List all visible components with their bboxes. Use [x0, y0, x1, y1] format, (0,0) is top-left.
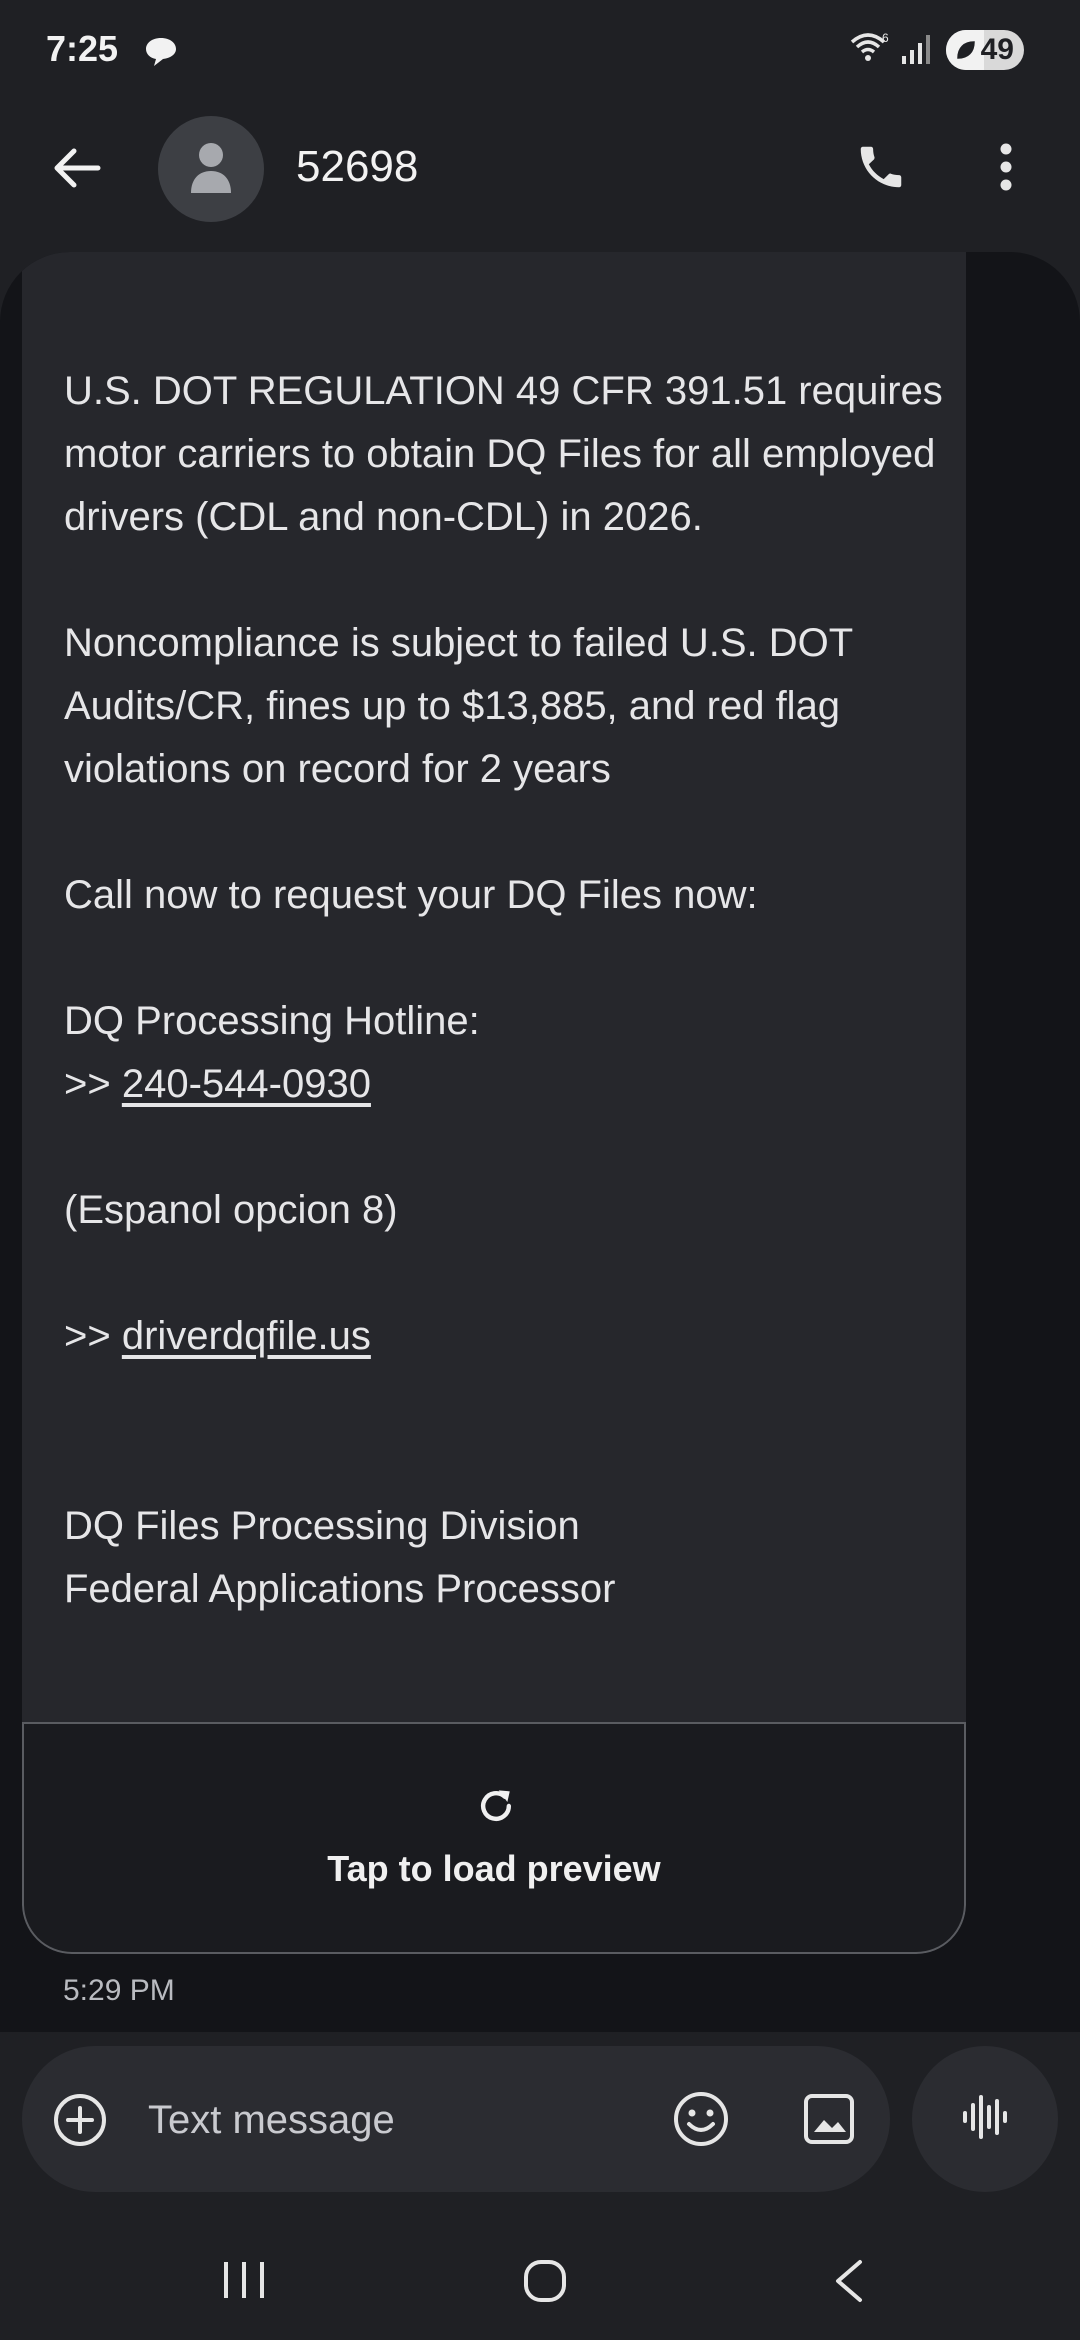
- home-icon: [522, 2260, 568, 2308]
- message-paragraph: U.S. DOT REGULATION 49 CFR 391.51 requir…: [64, 369, 954, 539]
- recents-button[interactable]: [220, 2258, 268, 2307]
- voice-waveform-icon: [959, 2091, 1011, 2148]
- message-list[interactable]: U.S. DOT REGULATION 49 CFR 391.51 requir…: [0, 252, 1080, 2032]
- battery-icon: 49: [946, 30, 1024, 70]
- battery-percent: 49: [980, 33, 1014, 66]
- call-button[interactable]: [848, 136, 914, 202]
- add-attachment-button[interactable]: [52, 2092, 108, 2153]
- tap-to-load-preview[interactable]: Tap to load preview: [24, 1848, 964, 1890]
- message-paragraph: Call now to request your DQ Files now:: [64, 873, 758, 917]
- message-paragraph: Noncompliance is subject to failed U.S. …: [64, 621, 862, 791]
- status-time: 7:25: [46, 28, 119, 69]
- recents-icon: [220, 2262, 268, 2306]
- svg-text:6: 6: [882, 31, 889, 45]
- gallery-button[interactable]: [802, 2092, 856, 2151]
- status-bar: 7:25 6 49: [0, 0, 1080, 100]
- hotline-label: DQ Processing Hotline:: [64, 999, 480, 1043]
- signal-icon: [900, 32, 934, 71]
- back-button[interactable]: [40, 138, 114, 202]
- contact-name[interactable]: 52698: [296, 142, 418, 192]
- nav-back-button[interactable]: [830, 2258, 866, 2309]
- more-options-button[interactable]: [976, 136, 1036, 202]
- message-bubble[interactable]: U.S. DOT REGULATION 49 CFR 391.51 requir…: [22, 252, 966, 1954]
- home-button[interactable]: [522, 2258, 568, 2309]
- gallery-icon: [802, 2094, 856, 2150]
- link-prefix: >>: [64, 1314, 122, 1358]
- message-composer: [22, 2046, 890, 2192]
- back-arrow-icon: [52, 146, 102, 195]
- emoji-button[interactable]: [672, 2090, 730, 2153]
- message-timestamp: 5:29 PM: [63, 1974, 175, 2007]
- phone-link[interactable]: 240-544-0930: [122, 1062, 371, 1106]
- link-prefix: >>: [64, 1062, 122, 1106]
- emoji-icon: [672, 2092, 730, 2152]
- navigation-bar: [0, 2220, 1080, 2340]
- avatar[interactable]: [158, 116, 264, 222]
- website-link[interactable]: driverdqfile.us: [122, 1314, 371, 1358]
- conversation-header: 52698: [0, 100, 1080, 240]
- text-message-input[interactable]: [146, 2090, 670, 2150]
- nav-back-icon: [830, 2260, 866, 2308]
- add-circle-icon: [52, 2094, 108, 2152]
- signature-line: DQ Files Processing Division: [64, 1504, 580, 1548]
- phone-line: >> 240-544-0930: [64, 1053, 964, 1116]
- website-line: >> driverdqfile.us: [64, 1305, 964, 1368]
- espanol-note: (Espanol opcion 8): [64, 1188, 398, 1232]
- person-icon: [189, 141, 233, 198]
- phone-icon: [854, 140, 908, 199]
- wifi-icon: 6: [848, 30, 892, 69]
- signature-line: Federal Applications Processor: [64, 1567, 616, 1611]
- refresh-icon: [474, 1784, 518, 1833]
- link-preview-card[interactable]: Tap to load preview: [22, 1722, 966, 1954]
- message-body: U.S. DOT REGULATION 49 CFR 391.51 requir…: [64, 360, 964, 1621]
- voice-message-button[interactable]: [912, 2046, 1058, 2192]
- more-vert-icon: [998, 142, 1014, 197]
- chat-bubble-icon: [144, 36, 178, 73]
